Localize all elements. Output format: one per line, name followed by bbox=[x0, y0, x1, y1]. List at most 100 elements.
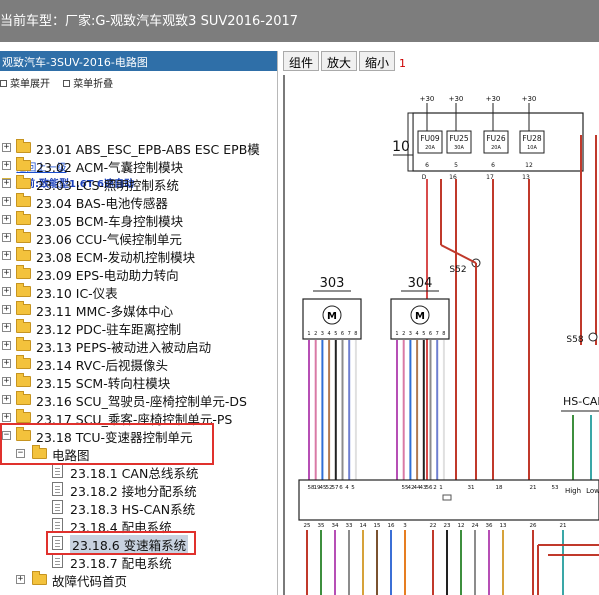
bottom-pin-label: 12 bbox=[458, 523, 465, 529]
motor-pin-label: 5 bbox=[334, 331, 337, 337]
expand-toggle-icon[interactable]: + bbox=[2, 269, 11, 278]
expand-all-button[interactable]: 菜单展开 bbox=[0, 75, 50, 90]
bottom-pin-label: 22 bbox=[430, 523, 437, 529]
folder-icon bbox=[16, 229, 31, 243]
left-panel: 观致汽车-3SUV-2016-电路图 菜单展开 菜单折叠 ⇐返回上一级 当前:致… bbox=[0, 51, 278, 595]
tree-item-label: 23.15 SCM-转向柱模块 bbox=[36, 376, 171, 391]
connector-pin-label: 31 bbox=[468, 485, 475, 491]
folder-icon bbox=[32, 571, 47, 585]
expand-toggle-icon[interactable]: + bbox=[2, 377, 11, 386]
expand-icon bbox=[0, 80, 7, 87]
motor-pin-label: 8 bbox=[354, 331, 357, 337]
bottom-pin-label: 33 bbox=[346, 523, 353, 529]
topbar-label: 当前车型： bbox=[0, 14, 66, 29]
expand-toggle-icon[interactable]: + bbox=[16, 575, 25, 584]
topbar-model: 厂家:G-观致汽车观致3 SUV2016-2017 bbox=[65, 14, 299, 29]
zoom-out-tab[interactable]: 缩小 bbox=[359, 51, 396, 71]
motor-pin-label: 6 bbox=[429, 331, 432, 337]
tree-item-label: 23.01 ABS_ESC_EPB-ABS ESC EPB模 bbox=[36, 142, 260, 157]
splice-wire bbox=[440, 244, 477, 264]
folder-icon bbox=[16, 409, 31, 423]
expand-toggle-icon[interactable]: + bbox=[2, 197, 11, 206]
diagram-toolbar: 组件 放大 缩小 1 bbox=[283, 51, 599, 73]
folder-icon bbox=[16, 175, 31, 189]
fuse-rating: 10A bbox=[527, 145, 537, 151]
tree-item-label: 23.12 PDC-驻车距离控制 bbox=[36, 322, 182, 337]
document-icon bbox=[52, 518, 63, 532]
expand-toggle-icon[interactable]: + bbox=[2, 233, 11, 242]
expand-toggle-icon[interactable]: + bbox=[2, 305, 11, 314]
motor-pin-label: 8 bbox=[442, 331, 445, 337]
diagram-panel: 组件 放大 缩小 1 10 +30 FU09 20A 6 D +30 FU25 30A 5 16 +30 FU… bbox=[283, 51, 599, 595]
motor-pin-label: 7 bbox=[436, 331, 439, 337]
connector-pin-label: 4 bbox=[345, 485, 349, 491]
fuse-supply-label: +30 bbox=[486, 95, 501, 103]
fuse-pin-label: 6 bbox=[491, 162, 495, 169]
tree-item-label: 23.04 BAS-电池传感器 bbox=[36, 196, 168, 211]
tree-item-label: 故障代码首页 bbox=[52, 574, 128, 589]
fuse-supply-label: +30 bbox=[420, 95, 435, 103]
document-icon bbox=[52, 464, 63, 478]
expand-toggle-icon[interactable]: + bbox=[2, 179, 11, 188]
connector-pin-label: 21 bbox=[530, 485, 537, 491]
components-tab[interactable]: 组件 bbox=[283, 51, 320, 71]
expand-all-label: 菜单展开 bbox=[10, 79, 50, 90]
tree-doc-label: 23.18.2 接地分配系统 bbox=[70, 484, 197, 499]
bottom-pin-label: 21 bbox=[560, 523, 567, 529]
folder-icon bbox=[16, 301, 31, 315]
expand-toggle-icon[interactable]: + bbox=[2, 251, 11, 260]
fuse-pin-label: 6 bbox=[425, 162, 429, 169]
bottom-pin-label: 13 bbox=[500, 523, 507, 529]
tree-item-label: 23.14 RVC-后视摄像头 bbox=[36, 358, 169, 373]
fuse-name: FU26 bbox=[486, 134, 506, 143]
wiring-diagram[interactable]: 10+30FU0920A6D+30FU2530A516+30FU2620A617… bbox=[283, 75, 599, 595]
highlight-box bbox=[46, 531, 196, 555]
bottom-pin-label: 36 bbox=[486, 523, 493, 529]
fuse-pin-label: D bbox=[422, 174, 427, 181]
tree-item-label: 23.09 EPS-电动助力转向 bbox=[36, 268, 179, 283]
bottom-pin-label: 26 bbox=[530, 523, 537, 529]
motor-303-label: 303 bbox=[320, 276, 345, 291]
expand-toggle-icon[interactable]: + bbox=[2, 341, 11, 350]
expand-toggle-icon[interactable]: + bbox=[2, 323, 11, 332]
motor-pin-label: 5 bbox=[422, 331, 425, 337]
can-high-label: High bbox=[565, 487, 581, 495]
connector-pin-label: 1 bbox=[439, 485, 443, 491]
folder-icon bbox=[16, 211, 31, 225]
folder-icon bbox=[16, 337, 31, 351]
expand-toggle-icon[interactable]: + bbox=[2, 215, 11, 224]
hs-can-label: HS-CAN bbox=[563, 395, 599, 408]
expand-toggle-icon[interactable]: + bbox=[2, 143, 11, 152]
motor-pin-label: 2 bbox=[314, 331, 317, 337]
motor-pin-label: 1 bbox=[307, 331, 310, 337]
folder-icon bbox=[16, 373, 31, 387]
expand-toggle-icon[interactable]: + bbox=[2, 287, 11, 296]
fuse-name: FU25 bbox=[449, 134, 469, 143]
bottom-pin-label: 25 bbox=[304, 523, 311, 529]
connector-pin-label: 6 bbox=[339, 485, 343, 491]
collapse-all-button[interactable]: 菜单折叠 bbox=[63, 75, 113, 90]
tree-item-label: 23.10 IC-仪表 bbox=[36, 286, 118, 301]
bottom-pin-label: 23 bbox=[444, 523, 451, 529]
bottom-pin-label: 14 bbox=[360, 523, 367, 529]
expand-toggle-icon[interactable]: + bbox=[2, 413, 11, 422]
tree-item-label: 23.08 ECM-发动机控制模块 bbox=[36, 250, 196, 265]
document-icon bbox=[52, 500, 63, 514]
highlight-box bbox=[0, 423, 214, 465]
motor-304-label: 304 bbox=[408, 276, 433, 291]
fuse-rating: 20A bbox=[491, 145, 501, 151]
folder-icon bbox=[16, 319, 31, 333]
folder-icon bbox=[16, 265, 31, 279]
collapse-icon bbox=[63, 80, 71, 87]
can-low-label: Low bbox=[586, 487, 599, 495]
connector-pin-label: 53 bbox=[552, 485, 559, 491]
zoom-in-tab[interactable]: 放大 bbox=[321, 51, 358, 71]
motor-pin-label: 3 bbox=[321, 331, 324, 337]
fuse-pin-label: 5 bbox=[454, 162, 458, 169]
splice-node bbox=[588, 332, 598, 342]
expand-toggle-icon[interactable]: + bbox=[2, 395, 11, 404]
expand-toggle-icon[interactable]: + bbox=[2, 359, 11, 368]
folder-icon bbox=[16, 283, 31, 297]
folder-icon bbox=[16, 157, 31, 171]
expand-toggle-icon[interactable]: + bbox=[2, 161, 11, 170]
